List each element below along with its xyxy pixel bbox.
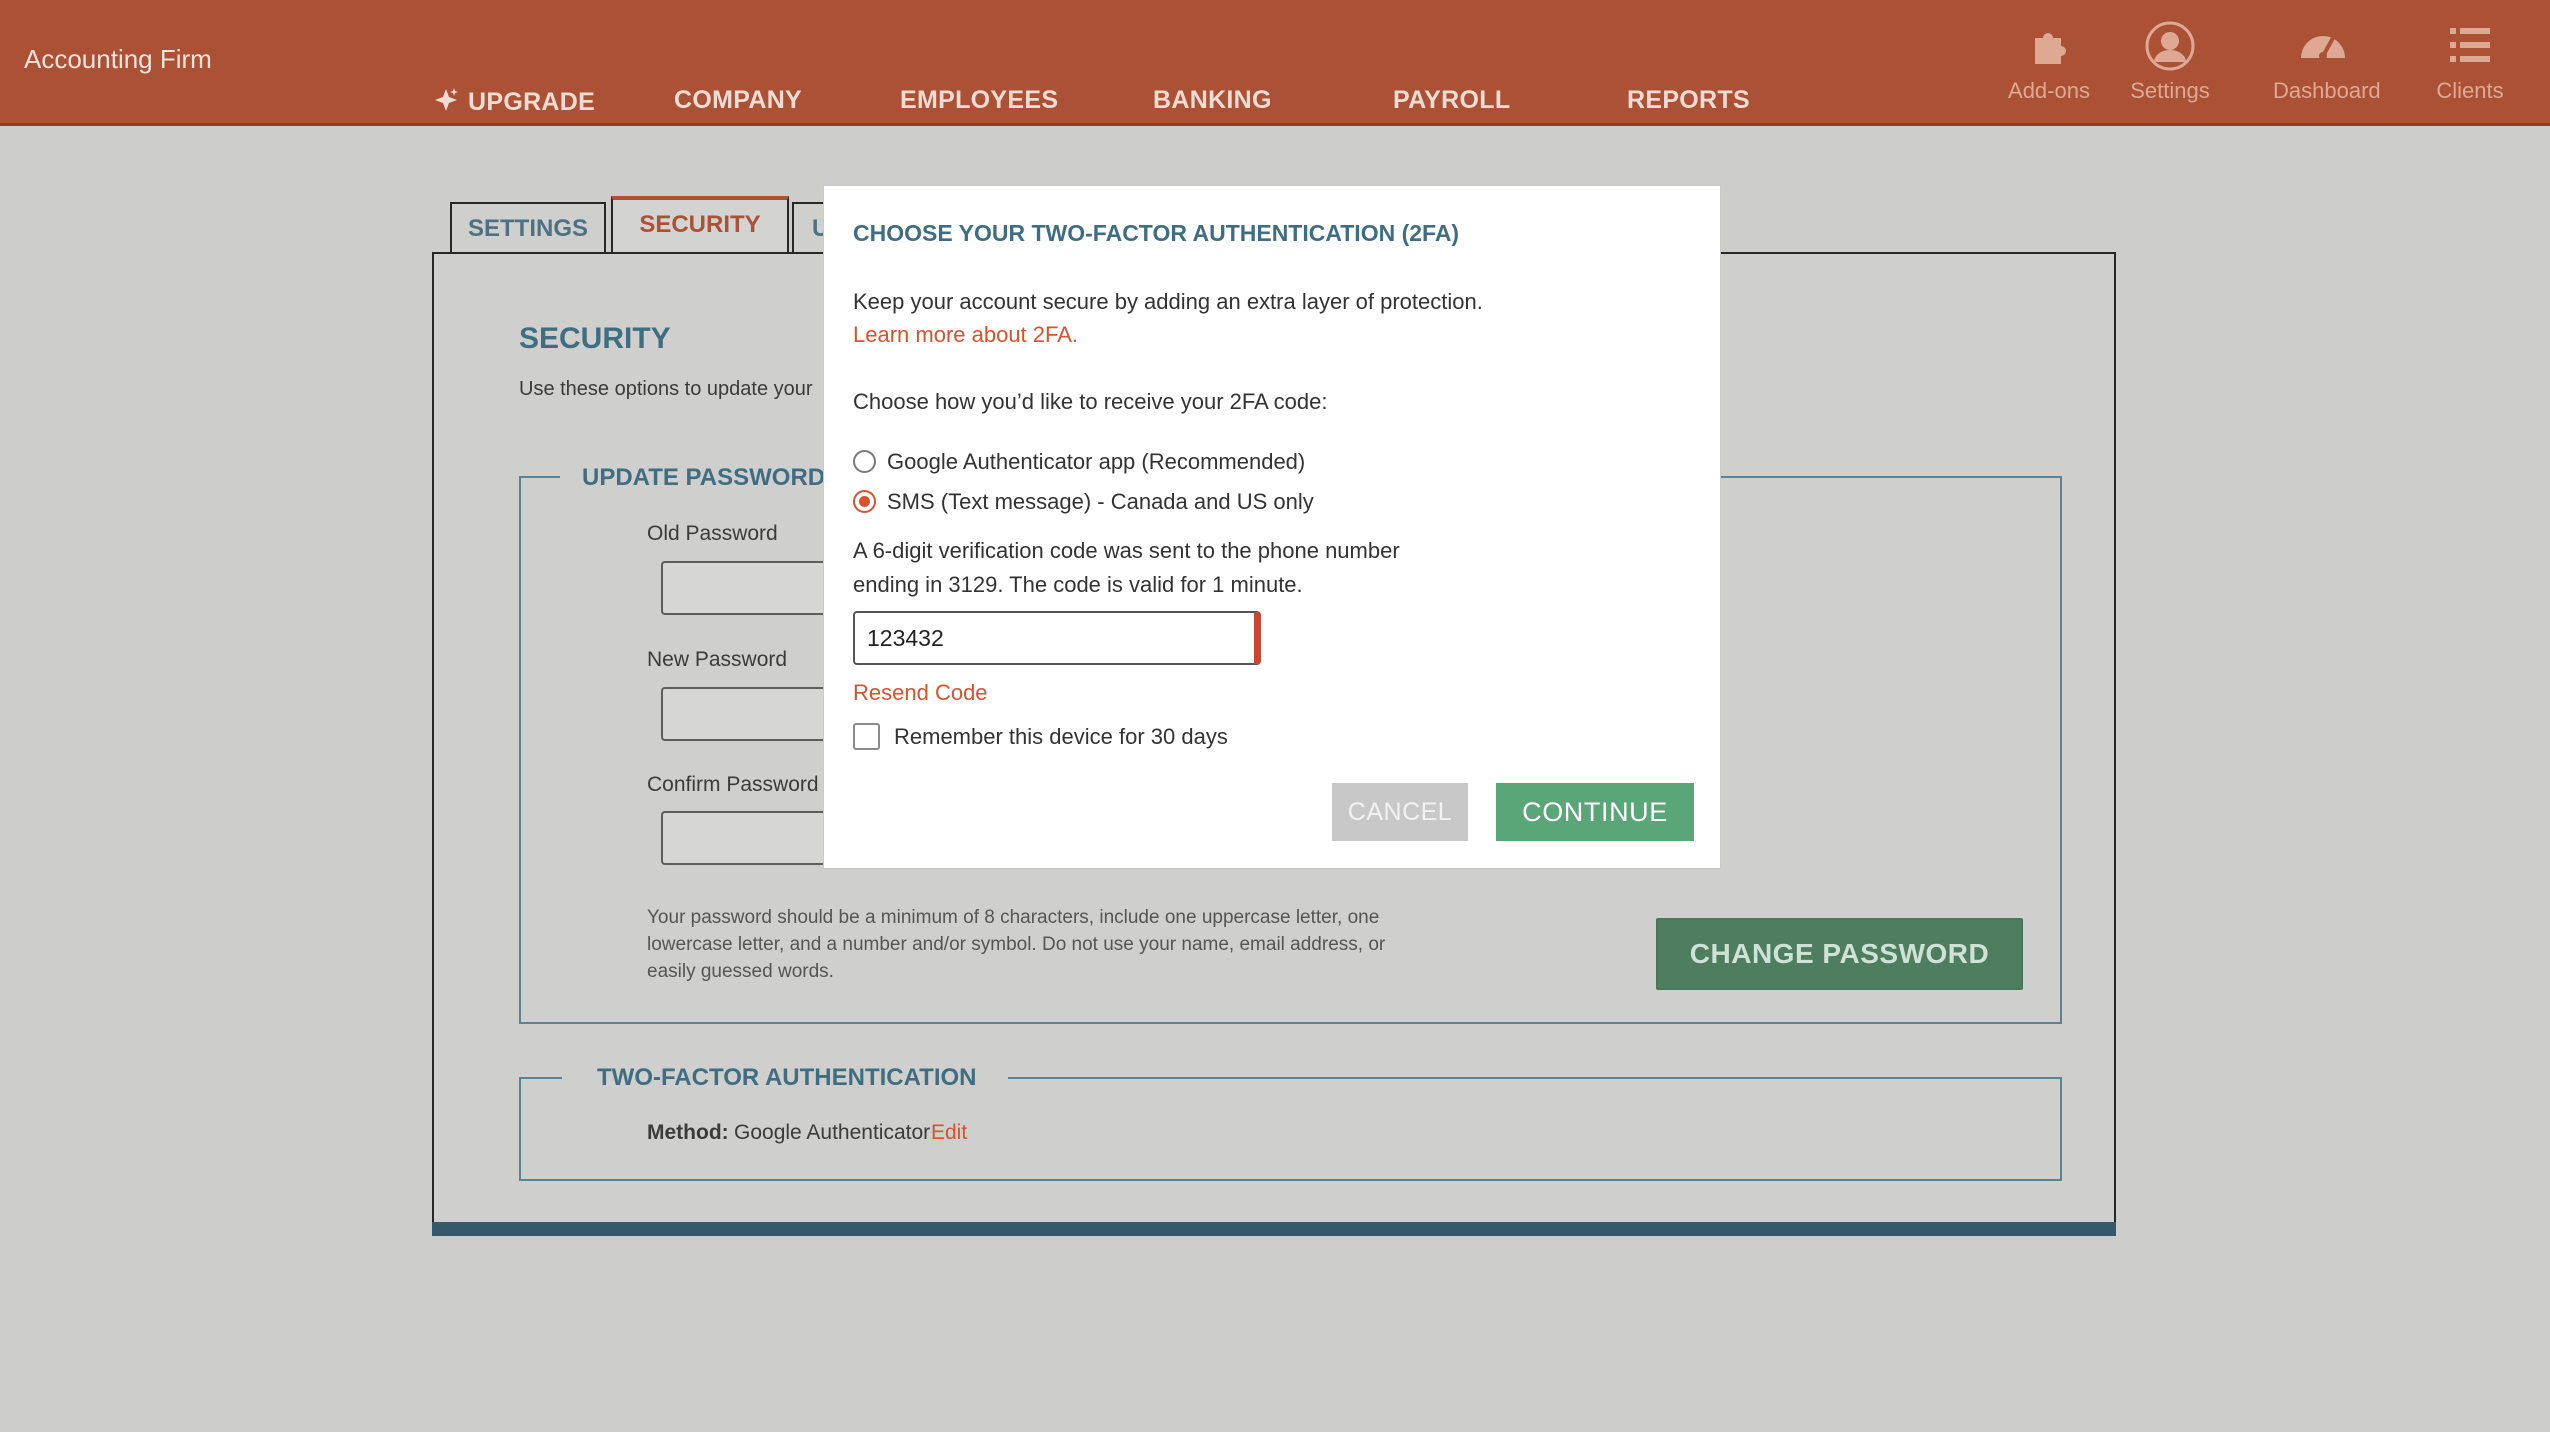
option-google-authenticator-label[interactable]: Google Authenticator app (Recommended) <box>887 449 1305 475</box>
app-window: Accounting Firm UPGRADE COMPANY EMPLOYEE… <box>0 0 2550 1432</box>
cancel-button[interactable]: CANCEL <box>1332 783 1468 841</box>
choose-prompt: Choose how you’d like to receive your 2F… <box>853 389 1328 414</box>
learn-more-link[interactable]: Learn more about 2FA. <box>853 322 1078 348</box>
resend-code-link[interactable]: Resend Code <box>853 680 988 706</box>
modal-intro: Keep your account secure by adding an ex… <box>853 289 1483 314</box>
option-sms-label[interactable]: SMS (Text message) - Canada and US only <box>887 489 1314 515</box>
remember-device-label[interactable]: Remember this device for 30 days <box>894 724 1228 750</box>
modal-title: CHOOSE YOUR TWO-FACTOR AUTHENTICATION (2… <box>853 220 1460 246</box>
radio-google-authenticator[interactable] <box>853 450 876 473</box>
remember-device-checkbox[interactable] <box>853 723 880 750</box>
sent-message-line-1: A 6-digit verification code was sent to … <box>853 538 1400 563</box>
continue-button[interactable]: CONTINUE <box>1496 783 1694 841</box>
two-factor-modal: CHOOSE YOUR TWO-FACTOR AUTHENTICATION (2… <box>823 185 1721 869</box>
modal-overlay: CHOOSE YOUR TWO-FACTOR AUTHENTICATION (2… <box>0 0 2550 1432</box>
radio-sms[interactable] <box>853 490 876 513</box>
verification-code-input[interactable] <box>853 611 1261 665</box>
sent-message-line-2: ending in 3129. The code is valid for 1 … <box>853 572 1303 597</box>
